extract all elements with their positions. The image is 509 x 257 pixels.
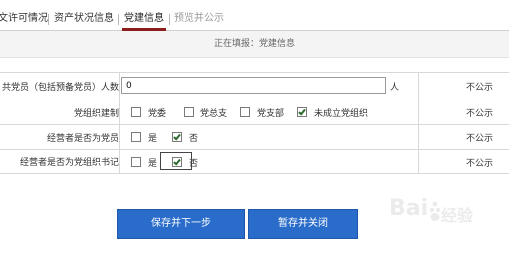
tab-assets-info[interactable]: 资产状况信息: [54, 11, 114, 27]
table-divider: [119, 72, 120, 173]
tab-party-info[interactable]: 党建信息: [122, 11, 166, 31]
option-general-branch: 党总支: [200, 109, 228, 119]
row-party-org: 党组织建制: [0, 100, 509, 125]
tab-preview-publish[interactable]: 预览并公示: [174, 11, 224, 27]
checkbox-member-no[interactable]: [172, 132, 182, 142]
publish-status-member: 不公示: [466, 134, 494, 144]
save-next-button[interactable]: 保存并下一步: [117, 209, 245, 239]
checkbox-secretary-no[interactable]: [172, 157, 182, 167]
label-party-members: 共党员（包括预备党员）人数: [1, 83, 119, 93]
table-divider: [418, 72, 419, 173]
checkbox-secretary-yes[interactable]: [131, 157, 141, 167]
watermark-logo-text: Bai: [389, 196, 429, 221]
tab-bar: 文许可情况 资产状况信息 党建信息 预览并公示: [0, 0, 509, 31]
tab-separator: [118, 14, 119, 25]
option-secretary-yes: 是: [148, 159, 158, 169]
party-members-input[interactable]: [121, 77, 386, 94]
checkbox-party-branch[interactable]: [240, 107, 250, 117]
unit-label: 人: [390, 83, 400, 93]
label-operator-member: 经营者是否为党员: [46, 133, 119, 144]
row-operator-member: 经营者是否为党员: [0, 125, 509, 150]
option-no-party-org: 未成立党组织: [314, 109, 369, 119]
tab-separator: [169, 14, 170, 25]
option-member-yes: 是: [148, 134, 158, 144]
label-operator-secretary: 经营者是否为党组织书记: [19, 158, 119, 168]
publish-status-members: 不公示: [466, 83, 494, 93]
save-close-button[interactable]: 暂存并关闭: [248, 209, 358, 239]
watermark-caption: 经验: [441, 206, 474, 225]
checkbox-party-committee[interactable]: [131, 107, 141, 117]
checkbox-general-branch[interactable]: [184, 107, 194, 117]
tab-separator: [48, 14, 49, 25]
baidu-watermark: Bai 经验: [383, 194, 503, 254]
option-party-branch: 党支部: [257, 109, 285, 119]
publish-status-org: 不公示: [466, 109, 494, 119]
paw-icon: [429, 201, 441, 221]
option-secretary-no: 否: [189, 159, 199, 169]
checkbox-member-yes[interactable]: [131, 132, 141, 142]
publish-status-secretary: 不公示: [466, 159, 494, 169]
option-member-no: 否: [189, 134, 199, 144]
option-party-committee: 党委: [148, 109, 167, 119]
label-party-org: 党组织建制: [73, 108, 119, 119]
tab-license-info[interactable]: 文许可情况: [0, 11, 48, 27]
checkbox-no-party-org[interactable]: [297, 107, 307, 117]
row-operator-secretary: 经营者是否为党组织书记: [0, 150, 509, 174]
filling-status: 正在填报：党建信息: [0, 31, 509, 58]
